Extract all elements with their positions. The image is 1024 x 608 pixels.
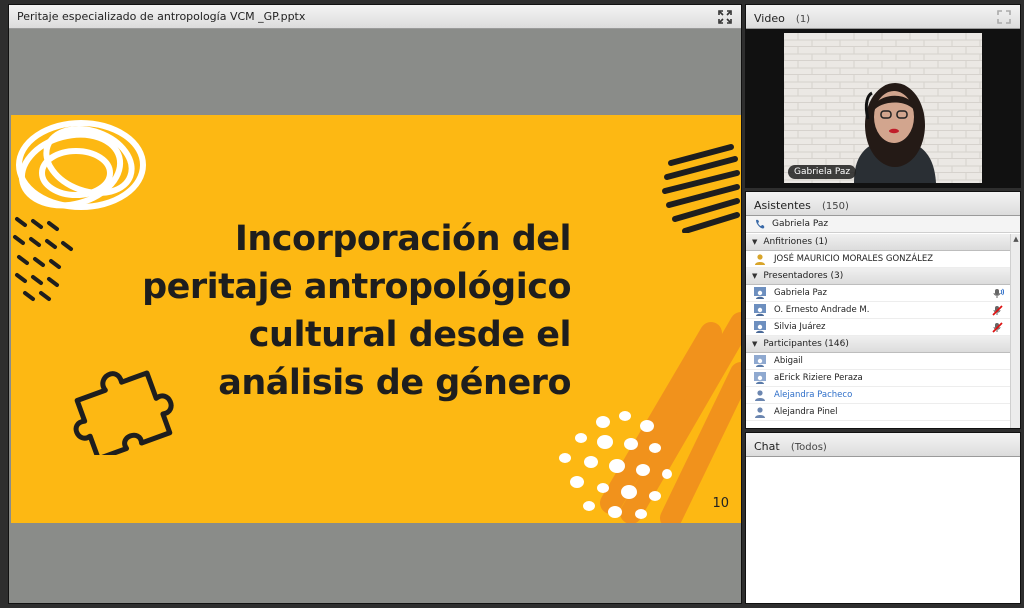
stroke-decoration <box>662 144 740 233</box>
participant-user-icon <box>754 372 766 384</box>
active-speaker-row[interactable]: Gabriela Paz <box>746 216 1020 233</box>
user-icon <box>755 390 765 401</box>
share-pod: Peritaje especializado de antropología V… <box>8 4 742 604</box>
attendee-name: Alejandra Pinel <box>774 407 838 417</box>
slide-title-line: peritaje antropológico <box>142 267 571 307</box>
participant-user-icon <box>754 355 766 367</box>
attendee-row[interactable]: JOSÉ MAURICIO MORALES GONZÁLEZ <box>746 251 1010 268</box>
dots-decoration <box>559 411 672 519</box>
presenter-user-icon <box>754 287 766 299</box>
collapse-triangle-icon: ▼ <box>752 272 758 280</box>
attendee-name: Silvia Juárez <box>774 322 826 332</box>
attendee-row[interactable]: aErick Riziere Peraza <box>746 370 1010 387</box>
attendee-name: Alejandra Pacheco <box>774 390 853 400</box>
connect-meeting-window: Peritaje especializado de antropología V… <box>0 0 1024 608</box>
group-participants-header[interactable]: ▼ Participantes (146) <box>746 336 1010 353</box>
video-pod: Video (1) Gabriela Paz <box>745 4 1021 188</box>
microphone-muted-icon <box>992 305 1003 316</box>
attendee-name: Gabriela Paz <box>774 288 827 298</box>
presenter-user-icon <box>754 304 766 316</box>
microphone-muted-icon <box>992 322 1003 333</box>
participant-name-tag: Gabriela Paz <box>788 165 857 179</box>
group-presenters-label: Presentadores (3) <box>763 271 844 281</box>
attendee-row[interactable]: Gabriela Paz <box>746 285 1010 302</box>
host-user-icon <box>755 254 765 265</box>
video-pod-header: Video (1) <box>746 5 1020 29</box>
slide-title-line: análisis de género <box>218 363 571 403</box>
attendee-row[interactable]: Silvia Juárez <box>746 319 1010 336</box>
group-hosts-header[interactable]: ▼ Anfitriones (1) <box>746 234 1010 251</box>
active-speaker-name: Gabriela Paz <box>772 219 829 229</box>
group-hosts-label: Anfitriones (1) <box>763 237 828 247</box>
video-area: Gabriela Paz <box>746 29 1020 187</box>
speaking-microphone-icon <box>993 288 1004 298</box>
chat-pod: Chat (Todos) <box>745 432 1021 604</box>
attendees-list-area: Gabriela Paz ▼ Anfitriones (1) JOSÉ MAUR… <box>746 216 1020 428</box>
group-participants-label: Participantes (146) <box>763 339 849 349</box>
attendee-name: JOSÉ MAURICIO MORALES GONZÁLEZ <box>774 254 934 264</box>
attendees-pod-header: Asistentes (150) <box>746 192 1020 216</box>
slide-number: 10 <box>712 496 729 511</box>
user-icon <box>755 407 765 418</box>
presenter-user-icon <box>754 321 766 333</box>
chat-message-area[interactable] <box>746 457 1020 603</box>
attendee-row[interactable]: Alejandra Pacheco <box>746 387 1010 404</box>
slide-title-line: Incorporación del <box>234 219 572 259</box>
chat-scope[interactable]: (Todos) <box>791 442 827 453</box>
attendee-name: O. Ernesto Andrade M. <box>774 305 870 315</box>
video-count: (1) <box>795 14 811 25</box>
collapse-triangle-icon: ▼ <box>752 238 758 246</box>
attendee-row[interactable]: O. Ernesto Andrade M. <box>746 302 1010 319</box>
participant-video-image <box>784 33 982 183</box>
share-pod-title: Peritaje especializado de antropología V… <box>17 10 306 23</box>
attendees-pod: Asistentes (150) Gabriela Paz ▼ Anfitrio… <box>745 191 1021 429</box>
attendee-name: Abigail <box>774 356 803 366</box>
presentation-slide: Incorporación del peritaje antropológico… <box>11 115 741 523</box>
fullscreen-icon[interactable] <box>996 9 1012 25</box>
attendees-count: (150) <box>822 201 849 212</box>
webcam-feed[interactable]: Gabriela Paz <box>784 33 982 183</box>
attendee-name: aErick Riziere Peraza <box>774 373 863 383</box>
attendee-row[interactable]: Alejandra Pinel <box>746 404 1010 421</box>
share-pod-header: Peritaje especializado de antropología V… <box>9 5 741 29</box>
scroll-up-arrow-icon[interactable]: ▲ <box>1011 234 1020 244</box>
attendees-pod-title: Asistentes <box>754 199 811 212</box>
fullscreen-icon[interactable] <box>717 9 733 25</box>
attendee-row[interactable]: Abigail <box>746 353 1010 370</box>
video-pod-title: Video <box>754 12 785 25</box>
slide-title-line: cultural desde el <box>248 315 572 355</box>
slide-title: Incorporación del peritaje antropológico… <box>111 215 571 407</box>
phone-icon <box>756 219 765 229</box>
dash-decoration <box>13 217 73 301</box>
group-presenters-header[interactable]: ▼ Presentadores (3) <box>746 268 1010 285</box>
attendee-list-scrollbar[interactable]: ▲ <box>1010 234 1020 428</box>
share-content: Incorporación del peritaje antropológico… <box>9 29 741 603</box>
attendee-list: ▼ Anfitriones (1) JOSÉ MAURICIO MORALES … <box>746 234 1010 428</box>
collapse-triangle-icon: ▼ <box>752 340 758 348</box>
chat-pod-title: Chat <box>754 440 780 453</box>
chat-pod-header: Chat (Todos) <box>746 433 1020 457</box>
